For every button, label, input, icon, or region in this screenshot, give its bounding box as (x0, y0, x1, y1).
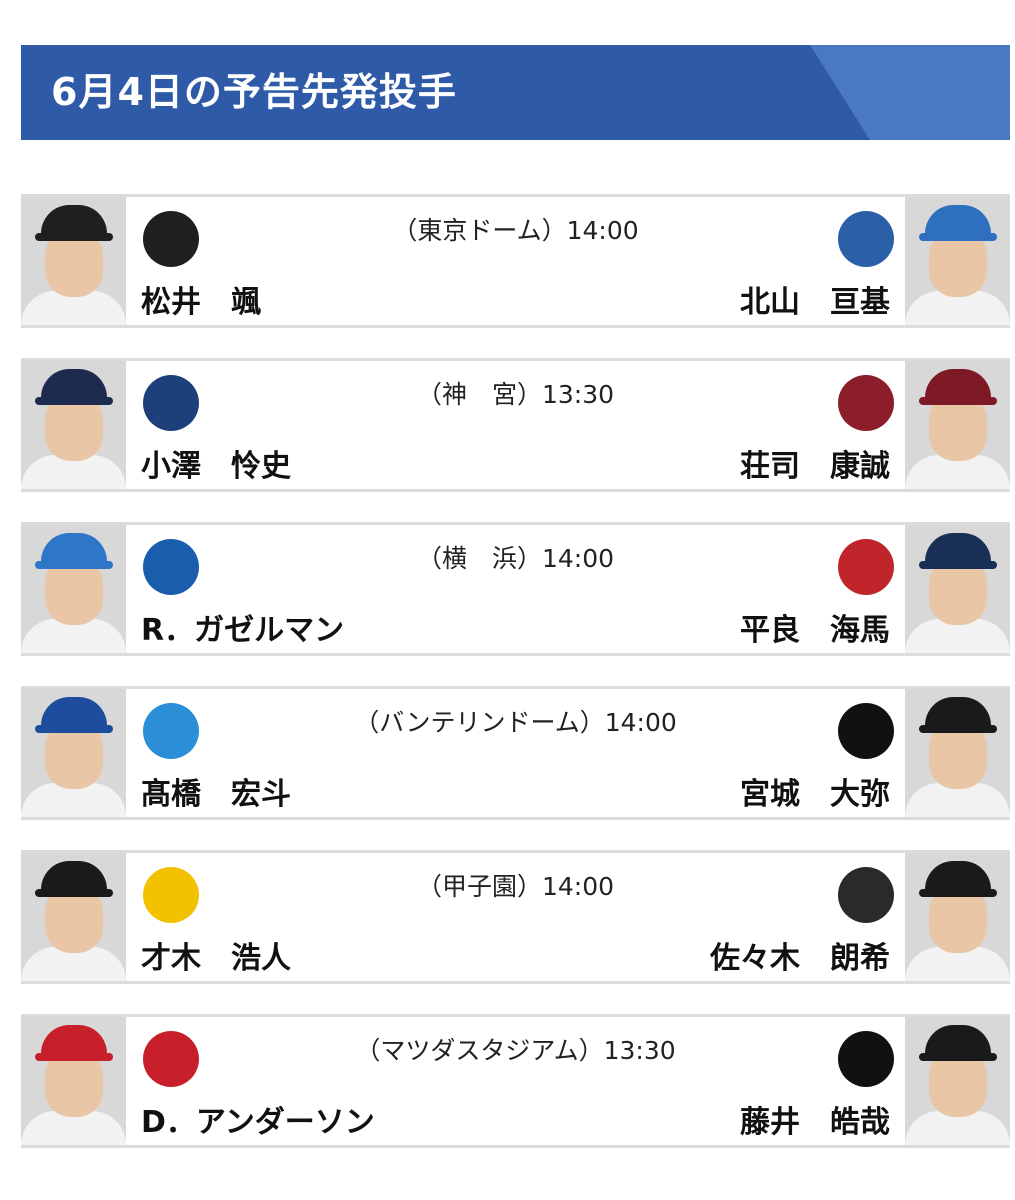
header-stripe (810, 45, 1010, 140)
home-pitcher-name: 松井 颯 (141, 285, 261, 320)
page-header: 6月4日の予告先発投手 (21, 45, 1010, 140)
page-title: 6月4日の予告先発投手 (51, 70, 457, 114)
venue-time: （甲子園）14:00 (416, 872, 615, 901)
game-row[interactable]: （マツダスタジアム）13:30 D．アンダーソン 藤井 皓哉 (21, 1014, 1010, 1148)
away-pitcher-name: 佐々木 朗希 (710, 941, 890, 976)
venue-time: （東京ドーム）14:00 (392, 216, 639, 245)
venue-time: （バンテリンドーム）14:00 (354, 708, 677, 737)
away-pitcher-name: 北山 亘基 (740, 285, 890, 320)
home-pitcher-name: D．アンダーソン (141, 1105, 375, 1140)
home-pitcher-name: 才木 浩人 (141, 941, 291, 976)
home-pitcher-name: 小澤 怜史 (141, 449, 291, 484)
game-row[interactable]: （横 浜）14:00 R．ガゼルマン 平良 海馬 (21, 522, 1010, 656)
venue-time: （マツダスタジアム）13:30 (355, 1036, 676, 1065)
home-pitcher-name: 髙橋 宏斗 (141, 777, 291, 812)
away-pitcher-name: 藤井 皓哉 (740, 1105, 890, 1140)
home-pitcher-name: R．ガゼルマン (141, 613, 345, 648)
game-row[interactable]: （東京ドーム）14:00 松井 颯 北山 亘基 (21, 194, 1010, 328)
game-row[interactable]: （バンテリンドーム）14:00 髙橋 宏斗 宮城 大弥 (21, 686, 1010, 820)
game-row[interactable]: （神 宮）13:30 小澤 怜史 荘司 康誠 (21, 358, 1010, 492)
away-pitcher-name: 荘司 康誠 (740, 449, 890, 484)
away-pitcher-name: 宮城 大弥 (740, 777, 890, 812)
away-pitcher-name: 平良 海馬 (740, 613, 890, 648)
venue-time: （横 浜）14:00 (416, 544, 615, 573)
game-row[interactable]: （甲子園）14:00 才木 浩人 佐々木 朗希 (21, 850, 1010, 984)
venue-time: （神 宮）13:30 (416, 380, 615, 409)
